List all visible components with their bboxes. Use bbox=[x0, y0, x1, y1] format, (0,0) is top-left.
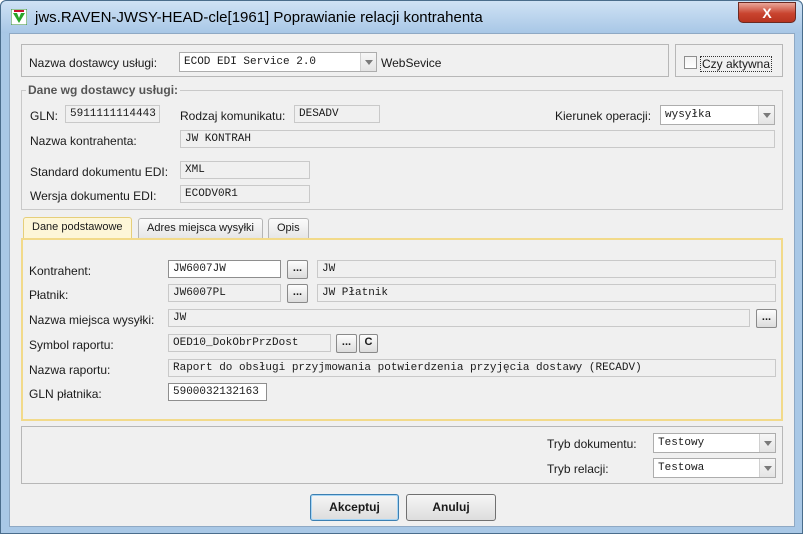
close-icon: X bbox=[762, 4, 772, 21]
report-name-label: Nazwa raportu: bbox=[29, 363, 111, 377]
message-type-field: DESADV bbox=[294, 105, 380, 123]
chevron-down-icon[interactable] bbox=[759, 459, 775, 477]
message-type-label: Rodzaj komunikatu: bbox=[180, 109, 286, 123]
doc-mode-label: Tryb dokumentu: bbox=[547, 437, 637, 451]
payer-label: Płatnik: bbox=[29, 288, 69, 302]
tab-dane-podstawowe[interactable]: Dane podstawowe bbox=[23, 217, 132, 239]
active-panel: Czy aktywna bbox=[675, 44, 783, 77]
report-symbol-clear-button[interactable]: C bbox=[359, 334, 378, 353]
contractor-label: Kontrahent: bbox=[29, 264, 92, 278]
chevron-down-icon[interactable] bbox=[758, 106, 774, 124]
contractor-code-field[interactable]: JW6007JW bbox=[168, 260, 281, 278]
ship-place-browse-button[interactable]: ... bbox=[756, 309, 777, 328]
active-checkbox-label[interactable]: Czy aktywna bbox=[700, 56, 773, 72]
payer-browse-button[interactable]: ... bbox=[287, 284, 308, 303]
payer-gln-field[interactable]: 5900032132163 bbox=[168, 383, 267, 401]
provider-select[interactable]: ECOD EDI Service 2.0 bbox=[179, 52, 377, 72]
active-checkbox[interactable] bbox=[684, 56, 697, 69]
provider-data-legend: Dane wg dostawcy usługi: bbox=[26, 83, 181, 97]
report-symbol-browse-button[interactable]: ... bbox=[336, 334, 357, 353]
provider-panel: Nazwa dostawcy usługi: ECOD EDI Service … bbox=[21, 44, 669, 77]
relation-mode-select[interactable]: Testowa bbox=[653, 458, 776, 478]
report-symbol-field: OED10_DokObrPrzDost bbox=[168, 334, 331, 352]
direction-select-value: wysyłka bbox=[665, 109, 712, 121]
chevron-down-icon[interactable] bbox=[759, 434, 775, 452]
relation-mode-select-value: Testowa bbox=[658, 462, 705, 474]
provider-select-value: ECOD EDI Service 2.0 bbox=[184, 56, 317, 68]
gln-label: GLN: bbox=[30, 109, 59, 123]
doc-mode-select-value: Testowy bbox=[658, 437, 705, 449]
dialog-body: Nazwa dostawcy usługi: ECOD EDI Service … bbox=[9, 33, 795, 527]
ship-place-field: JW bbox=[168, 309, 750, 327]
contractor-browse-button[interactable]: ... bbox=[287, 260, 308, 279]
provider-data-fieldset: Dane wg dostawcy usługi: GLN: 5911111114… bbox=[21, 83, 783, 210]
close-button[interactable]: X bbox=[738, 2, 796, 23]
edi-version-label: Wersja dokumentu EDI: bbox=[30, 189, 157, 203]
direction-label: Kierunek operacji: bbox=[555, 109, 652, 123]
contractor-name-label: Nazwa kontrahenta: bbox=[30, 134, 137, 148]
dialog-window: jws.RAVEN-JWSY-HEAD-cle[1961] Poprawiani… bbox=[0, 0, 803, 534]
payer-code-field: JW6007PL bbox=[168, 284, 281, 302]
direction-select[interactable]: wysyłka bbox=[660, 105, 775, 125]
payer-gln-label: GLN płatnika: bbox=[29, 387, 102, 401]
chevron-down-icon[interactable] bbox=[360, 53, 376, 71]
modes-panel: Tryb dokumentu: Testowy Tryb relacji: Te… bbox=[21, 426, 783, 484]
provider-suffix: WebSevice bbox=[381, 56, 442, 70]
tab-adres-miejsca-wysylki[interactable]: Adres miejsca wysyłki bbox=[138, 218, 263, 238]
contractor-name-field: JW KONTRAH bbox=[180, 130, 775, 148]
report-name-field: Raport do obsługi przyjmowania potwierdz… bbox=[168, 359, 776, 377]
basic-tab-panel: Kontrahent: JW6007JW ... JW Płatnik: JW6… bbox=[21, 238, 783, 421]
gln-field: 5911111114443 bbox=[65, 105, 160, 123]
doc-mode-select[interactable]: Testowy bbox=[653, 433, 776, 453]
report-symbol-label: Symbol raportu: bbox=[29, 338, 114, 352]
accept-button[interactable]: Akceptuj bbox=[310, 494, 399, 521]
ship-place-label: Nazwa miejsca wysyłki: bbox=[29, 313, 155, 327]
cancel-button[interactable]: Anuluj bbox=[406, 494, 496, 521]
relation-mode-label: Tryb relacji: bbox=[547, 462, 609, 476]
payer-name-value: JW Płatnik bbox=[317, 284, 776, 302]
edi-standard-field: XML bbox=[180, 161, 310, 179]
contractor-name-value: JW bbox=[317, 260, 776, 278]
edi-version-field: ECODV0R1 bbox=[180, 185, 310, 203]
window-title: jws.RAVEN-JWSY-HEAD-cle[1961] Poprawiani… bbox=[35, 9, 483, 26]
provider-label: Nazwa dostawcy usługi: bbox=[29, 56, 158, 70]
edi-standard-label: Standard dokumentu EDI: bbox=[30, 165, 169, 179]
app-logo-icon bbox=[11, 9, 27, 25]
tab-opis[interactable]: Opis bbox=[268, 218, 309, 238]
title-bar[interactable]: jws.RAVEN-JWSY-HEAD-cle[1961] Poprawiani… bbox=[1, 1, 802, 33]
